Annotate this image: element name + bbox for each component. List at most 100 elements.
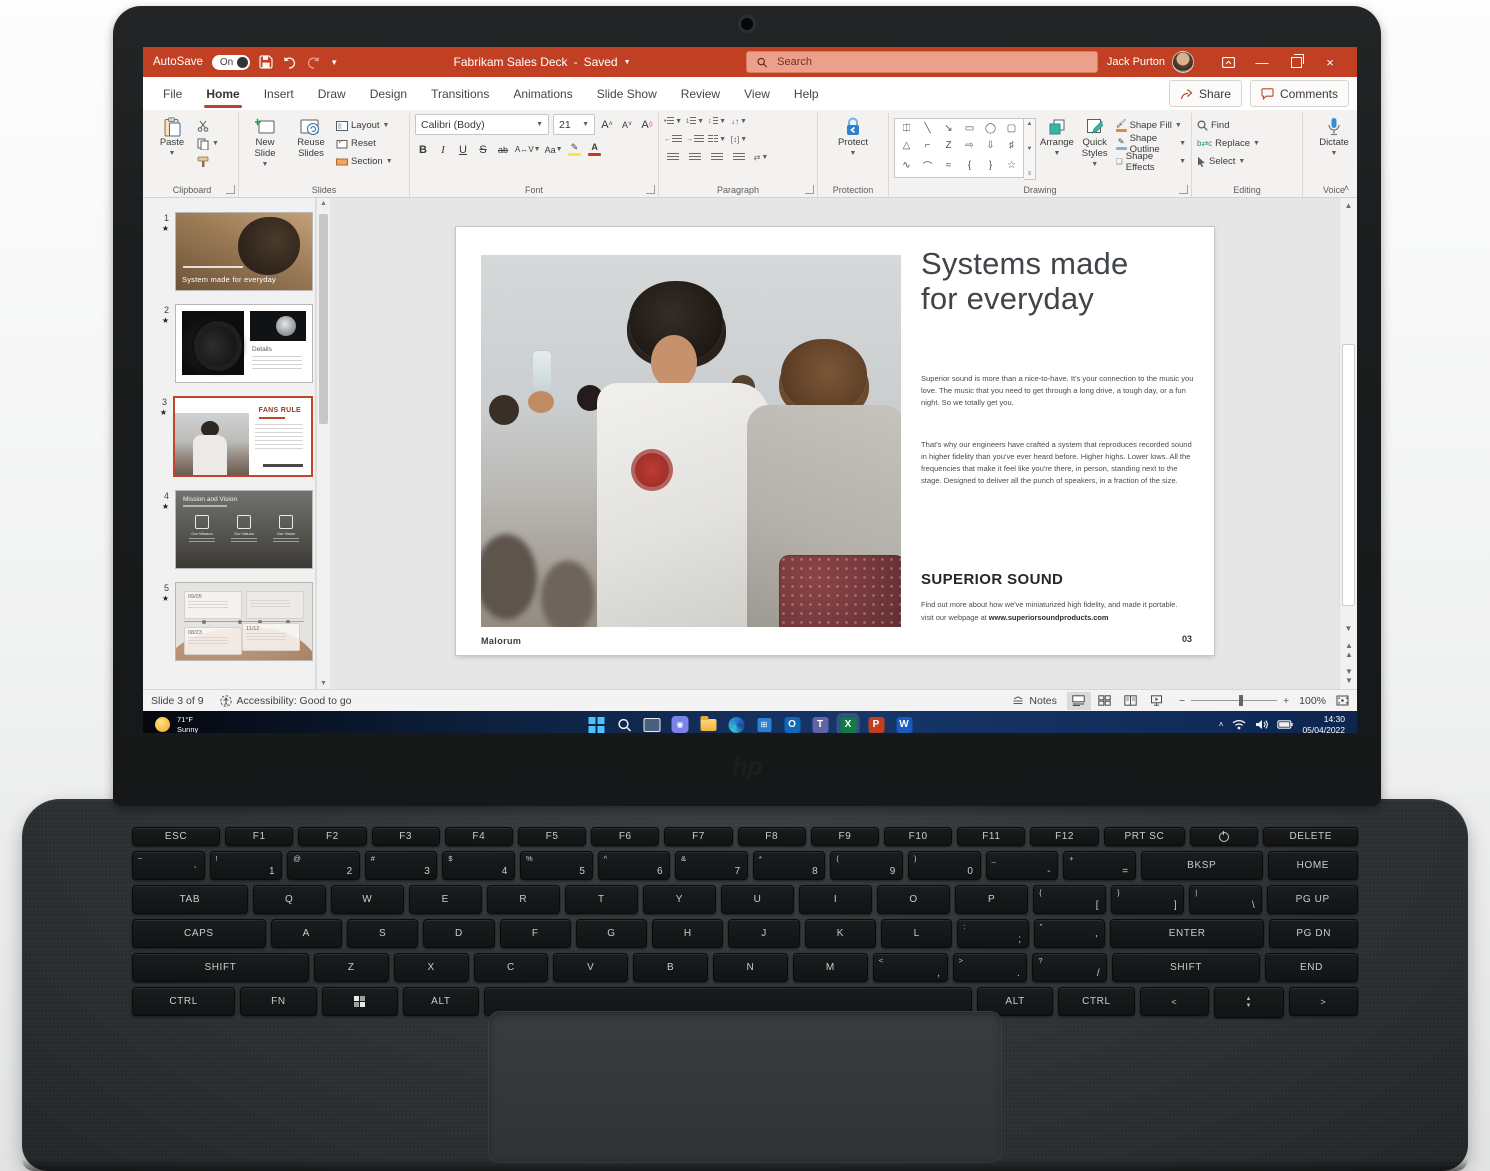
numbering-icon[interactable]: 1 ▼ xyxy=(686,114,704,129)
bullets-icon[interactable]: • ▼ xyxy=(664,114,682,129)
next-slide-button[interactable]: ▼ ▼ xyxy=(1340,667,1357,685)
key-fn[interactable]: FN xyxy=(240,987,317,1016)
key-f5[interactable]: F5 xyxy=(517,827,587,846)
key-f9[interactable]: F9 xyxy=(810,827,880,846)
key-f8[interactable]: F8 xyxy=(737,827,806,846)
zoom-level[interactable]: 100% xyxy=(1299,695,1326,707)
key-f6[interactable]: F6 xyxy=(591,827,660,846)
tray-chevron-icon[interactable]: ˄ xyxy=(1219,720,1224,729)
key-end[interactable]: END xyxy=(1264,953,1358,982)
collapse-ribbon-icon[interactable]: ˄ xyxy=(1344,183,1349,193)
justify-icon[interactable] xyxy=(730,150,748,165)
double-strikethrough-button[interactable]: ab xyxy=(495,141,511,158)
word-icon[interactable]: W xyxy=(896,716,913,733)
key-n[interactable]: N xyxy=(713,953,788,982)
replace-button[interactable]: b⇄c Replace ▼ xyxy=(1197,136,1260,151)
columns-icon[interactable]: ▼ xyxy=(708,132,726,147)
font-family-combo[interactable]: Calibri (Body) ▼ xyxy=(415,114,549,135)
slide-subtext[interactable]: Find out more about how we've miniaturiz… xyxy=(921,599,1195,624)
key-j[interactable]: J xyxy=(728,919,800,948)
taskbar-search-icon[interactable] xyxy=(616,716,633,733)
key--[interactable]: _ - xyxy=(985,851,1059,880)
shape-gallery-scroll[interactable]: ▲ ▼ ≡ xyxy=(1024,118,1036,180)
italic-button[interactable]: I xyxy=(435,141,451,158)
search-input[interactable] xyxy=(775,55,1087,69)
protect-button[interactable]: Protect ▼ xyxy=(832,114,874,157)
fit-slide-button[interactable] xyxy=(1336,695,1349,706)
slide-thumbnail-3-selected[interactable]: 3 ★ FANS RULE xyxy=(143,396,313,477)
cut-icon[interactable] xyxy=(197,118,219,133)
shape-fill-button[interactable]: 🖌 Shape Fill ▼ xyxy=(1115,118,1186,133)
task-view-icon[interactable] xyxy=(643,716,661,733)
key-q[interactable]: Q xyxy=(252,885,326,914)
text-direction-icon[interactable]: ↓↑ ▼ xyxy=(730,114,748,129)
slide-heading[interactable]: SUPERIOR SOUND xyxy=(921,571,1063,588)
key--[interactable]: {[ xyxy=(1033,885,1107,914)
key-home[interactable]: HOME xyxy=(1267,851,1358,880)
tab-home[interactable]: Home xyxy=(194,77,251,110)
slide-thumbnail-1[interactable]: 1 ★ System made for everyday xyxy=(143,212,313,291)
key-m[interactable]: M xyxy=(792,953,868,982)
key-arrow[interactable]: < xyxy=(1139,987,1209,1016)
layout-button[interactable]: Layout ▼ xyxy=(336,118,393,133)
tab-insert[interactable]: Insert xyxy=(252,77,306,110)
strikethrough-button[interactable]: S xyxy=(475,141,491,158)
clear-formatting-icon[interactable]: A ◊ xyxy=(639,116,655,133)
shape-effects-button[interactable]: ❏ Shape Effects ▼ xyxy=(1116,151,1186,173)
slide-thumbnail-2[interactable]: 2 ★ Details xyxy=(143,304,313,383)
previous-slide-button[interactable]: ▲ ▲ xyxy=(1340,641,1357,659)
start-button[interactable] xyxy=(588,716,605,733)
key--[interactable]: " ' xyxy=(1033,919,1105,948)
search-box[interactable] xyxy=(745,51,1098,73)
file-explorer-icon[interactable] xyxy=(700,715,717,733)
chat-icon[interactable]: ◉ xyxy=(671,716,689,733)
key-y[interactable]: Y xyxy=(642,885,716,914)
edge-icon[interactable] xyxy=(728,716,745,733)
key-0[interactable]: ) 0 xyxy=(907,851,981,880)
decrease-indent-icon[interactable]: ← xyxy=(664,132,682,147)
teams-icon[interactable]: T xyxy=(812,716,829,733)
key-ctrl[interactable]: CTRL xyxy=(1058,987,1135,1016)
excel-icon[interactable]: X xyxy=(839,716,857,733)
align-left-icon[interactable] xyxy=(664,150,682,165)
key-1[interactable]: ! 1 xyxy=(209,851,283,880)
quick-access-chevron-icon[interactable]: ▼ xyxy=(330,58,338,67)
key-prt-sc[interactable]: PRT SC xyxy=(1103,827,1186,846)
key-k[interactable]: K xyxy=(804,919,877,948)
tab-draw[interactable]: Draw xyxy=(306,77,358,110)
section-button[interactable]: Section ▼ xyxy=(336,154,393,169)
character-spacing-button[interactable]: A↔V ▼ xyxy=(515,141,541,158)
key-g[interactable]: G xyxy=(575,919,648,948)
bold-button[interactable]: B xyxy=(415,141,431,158)
touchpad[interactable] xyxy=(488,1011,1002,1163)
key-f12[interactable]: F12 xyxy=(1030,827,1099,846)
key-power[interactable] xyxy=(1190,827,1259,846)
key-enter[interactable]: ENTER xyxy=(1109,919,1265,948)
key-tab[interactable]: TAB xyxy=(132,885,248,914)
save-icon[interactable] xyxy=(259,55,273,69)
battery-icon[interactable] xyxy=(1277,720,1294,729)
speaker-icon[interactable] xyxy=(1255,719,1269,730)
key-t[interactable]: T xyxy=(564,885,638,914)
key-o[interactable]: O xyxy=(877,885,951,914)
powerpoint-icon[interactable]: P xyxy=(868,716,885,733)
key-l[interactable]: L xyxy=(881,919,953,948)
tab-view[interactable]: View xyxy=(732,77,782,110)
paste-button[interactable]: Paste ▼ xyxy=(151,114,193,157)
slide-sorter-view-button[interactable] xyxy=(1093,692,1117,710)
key-r[interactable]: R xyxy=(486,885,560,914)
zoom-out-button[interactable]: − xyxy=(1179,695,1185,707)
key-z[interactable]: Z xyxy=(313,953,389,982)
copy-icon[interactable]: ▼ xyxy=(197,136,219,151)
key-b[interactable]: B xyxy=(633,953,709,982)
change-case-button[interactable]: Aa ▼ xyxy=(545,141,563,158)
underline-button[interactable]: U xyxy=(455,141,471,158)
grow-font-icon[interactable]: A ˄ xyxy=(599,116,615,133)
paragraph-dialog-launcher[interactable] xyxy=(805,185,814,194)
key-pg-up[interactable]: PG UP xyxy=(1267,885,1359,914)
key-shift[interactable]: SHIFT xyxy=(1112,953,1260,982)
normal-view-button[interactable] xyxy=(1066,691,1091,710)
key-p[interactable]: P xyxy=(955,885,1029,914)
key-8[interactable]: * 8 xyxy=(752,851,826,880)
key--[interactable]: ? / xyxy=(1032,953,1108,982)
